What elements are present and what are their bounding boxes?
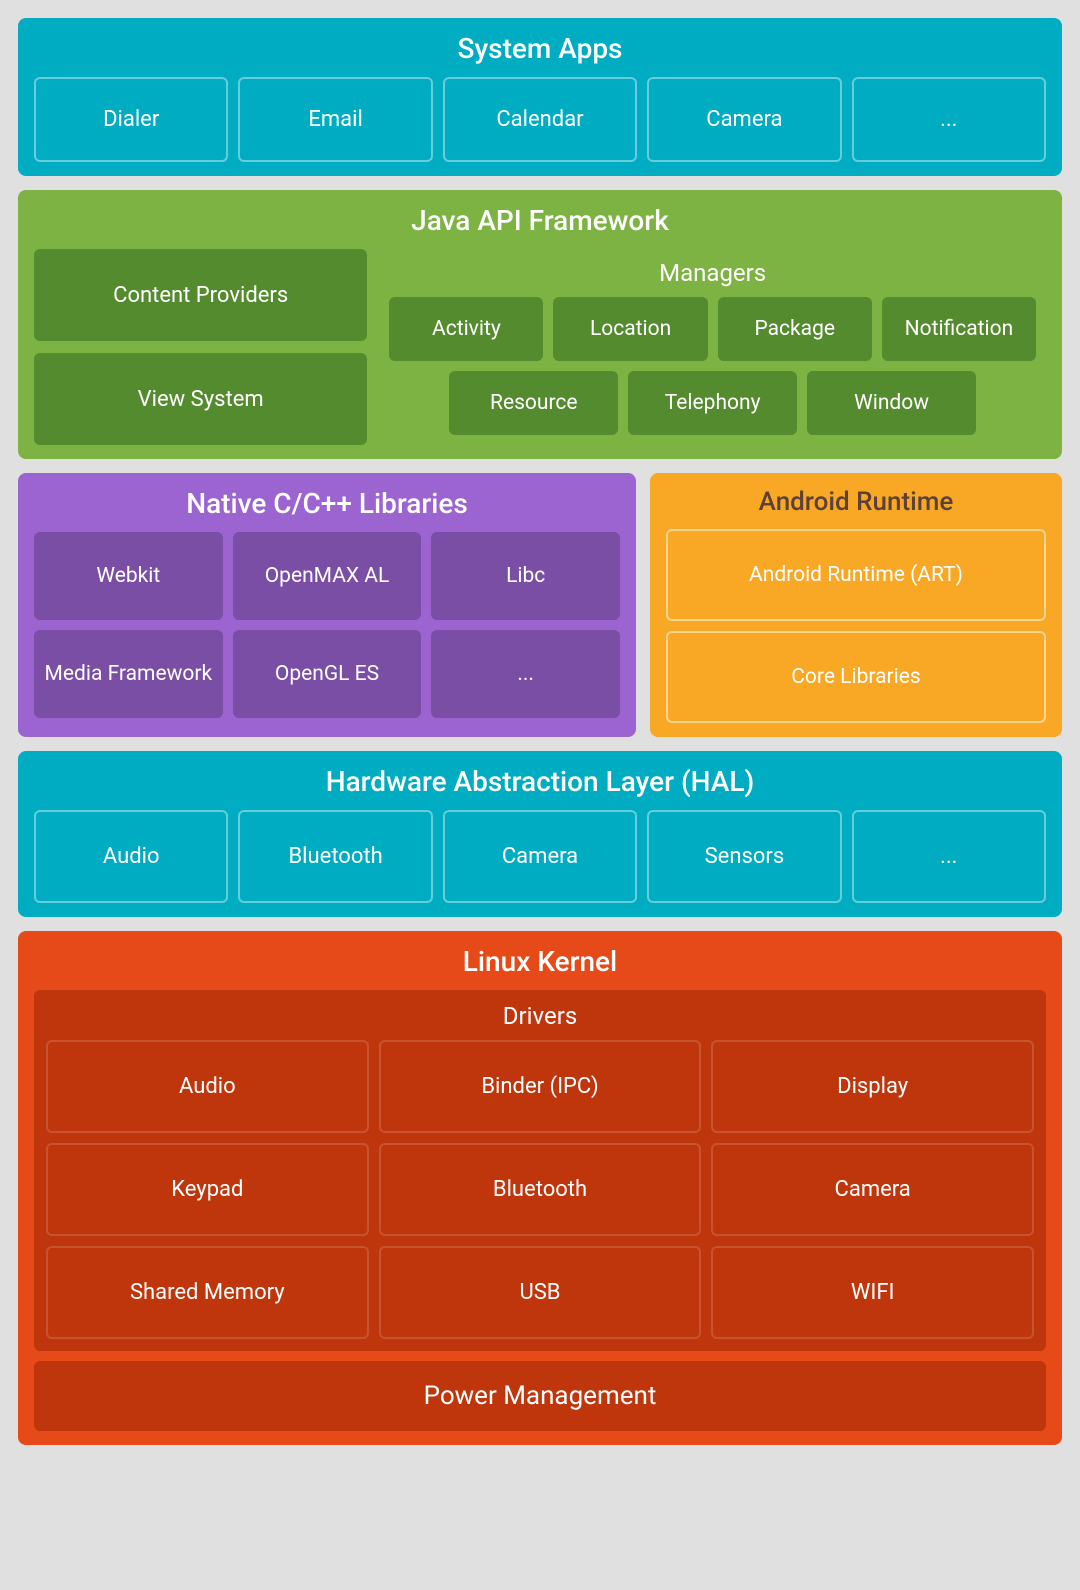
hal-more: ... [852, 810, 1046, 903]
driver-shared-memory: Shared Memory [46, 1246, 369, 1339]
app-email: Email [238, 77, 432, 162]
manager-location: Location [553, 297, 707, 361]
hal-sensors: Sensors [647, 810, 841, 903]
runtime-grid: Android Runtime (ART) Core Libraries [666, 529, 1046, 723]
managers-row2: Resource Telephony Window [389, 371, 1036, 435]
app-camera: Camera [647, 77, 841, 162]
android-runtime-layer: Android Runtime Android Runtime (ART) Co… [650, 473, 1062, 737]
managers-row1: Activity Location Package Notification [389, 297, 1036, 361]
native-opengl: OpenGL ES [233, 630, 422, 718]
managers-title: Managers [389, 259, 1036, 287]
app-more: ... [852, 77, 1046, 162]
drivers-title: Drivers [46, 1002, 1034, 1030]
hal-layer: Hardware Abstraction Layer (HAL) Audio B… [18, 751, 1062, 917]
drivers-row1: Audio Binder (IPC) Display [46, 1040, 1034, 1133]
manager-resource: Resource [449, 371, 618, 435]
driver-binder: Binder (IPC) [379, 1040, 702, 1133]
system-apps-title: System Apps [34, 32, 1046, 65]
manager-telephony: Telephony [628, 371, 797, 435]
native-media-framework: Media Framework [34, 630, 223, 718]
drivers-row2: Keypad Bluetooth Camera [46, 1143, 1034, 1236]
driver-audio: Audio [46, 1040, 369, 1133]
android-runtime-title: Android Runtime [666, 487, 1046, 517]
content-providers-box: Content Providers [34, 249, 367, 341]
app-calendar: Calendar [443, 77, 637, 162]
driver-usb: USB [379, 1246, 702, 1339]
java-api-content: Content Providers View System Managers A… [34, 249, 1046, 445]
driver-bluetooth: Bluetooth [379, 1143, 702, 1236]
driver-camera: Camera [711, 1143, 1034, 1236]
power-management-box: Power Management [34, 1361, 1046, 1431]
driver-keypad: Keypad [46, 1143, 369, 1236]
manager-notification: Notification [882, 297, 1036, 361]
manager-package: Package [718, 297, 872, 361]
java-api-layer: Java API Framework Content Providers Vie… [18, 190, 1062, 459]
linux-kernel-layer: Linux Kernel Drivers Audio Binder (IPC) … [18, 931, 1062, 1445]
hal-bluetooth: Bluetooth [238, 810, 432, 903]
runtime-art: Android Runtime (ART) [666, 529, 1046, 621]
hal-grid: Audio Bluetooth Camera Sensors ... [34, 810, 1046, 903]
app-dialer: Dialer [34, 77, 228, 162]
native-openmax: OpenMAX AL [233, 532, 422, 620]
java-api-title: Java API Framework [34, 204, 1046, 237]
native-libc: Libc [431, 532, 620, 620]
native-webkit: Webkit [34, 532, 223, 620]
view-system-box: View System [34, 353, 367, 445]
driver-wifi: WIFI [711, 1246, 1034, 1339]
manager-window: Window [807, 371, 976, 435]
native-libs-layer: Native C/C++ Libraries Webkit OpenMAX AL… [18, 473, 636, 737]
hal-camera: Camera [443, 810, 637, 903]
drivers-container: Drivers Audio Binder (IPC) Display Keypa… [34, 990, 1046, 1351]
native-runtime-row: Native C/C++ Libraries Webkit OpenMAX AL… [18, 473, 1062, 737]
hal-audio: Audio [34, 810, 228, 903]
runtime-core-libs: Core Libraries [666, 631, 1046, 723]
managers-container: Managers Activity Location Package Notif… [379, 249, 1046, 445]
native-libs-title: Native C/C++ Libraries [34, 487, 620, 520]
native-more: ... [431, 630, 620, 718]
system-apps-grid: Dialer Email Calendar Camera ... [34, 77, 1046, 162]
native-grid: Webkit OpenMAX AL Libc Media Framework O… [34, 532, 620, 718]
manager-activity: Activity [389, 297, 543, 361]
driver-display: Display [711, 1040, 1034, 1133]
drivers-row3: Shared Memory USB WIFI [46, 1246, 1034, 1339]
java-left-column: Content Providers View System [34, 249, 367, 445]
system-apps-layer: System Apps Dialer Email Calendar Camera… [18, 18, 1062, 176]
linux-kernel-title: Linux Kernel [34, 945, 1046, 978]
hal-title: Hardware Abstraction Layer (HAL) [34, 765, 1046, 798]
